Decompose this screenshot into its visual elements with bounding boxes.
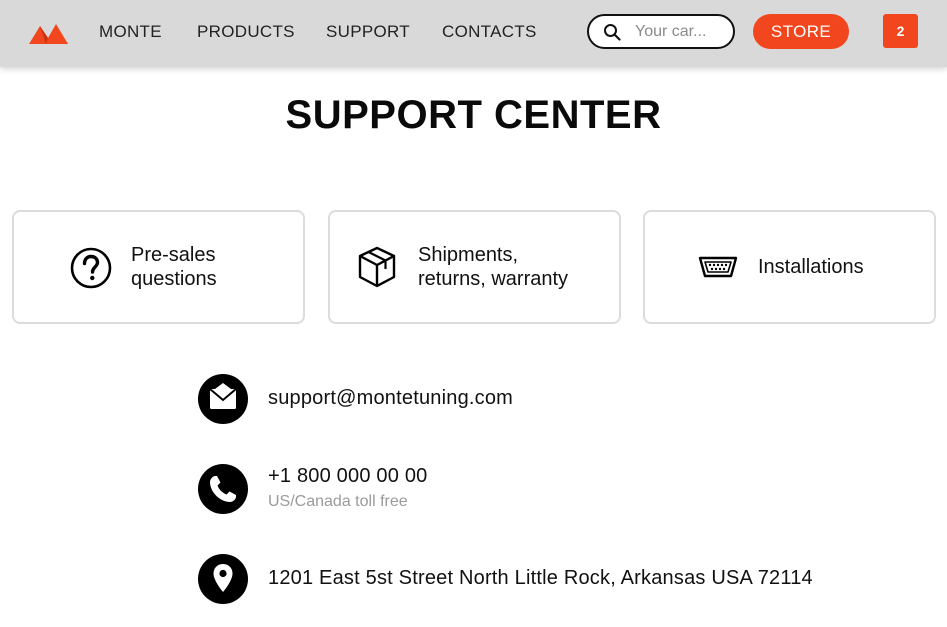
- search-box[interactable]: [587, 14, 735, 49]
- connector-icon: [698, 256, 738, 278]
- card-pre-sales-questions[interactable]: Pre-sales questions: [12, 210, 305, 324]
- page-title: SUPPORT CENTER: [285, 93, 662, 137]
- map-pin-icon: [198, 554, 248, 604]
- card-label-line1: Pre-sales: [131, 244, 216, 266]
- card-label-line2: returns, warranty: [418, 268, 569, 290]
- top-navigation-bar: MONTE PRODUCTS SUPPORT CONTACTS STORE 2: [0, 0, 947, 67]
- question-circle-icon: [70, 247, 112, 289]
- envelope-icon: [198, 374, 248, 424]
- store-button[interactable]: STORE: [753, 14, 849, 49]
- card-label-line2: questions: [131, 268, 217, 290]
- nav-item-contacts[interactable]: CONTACTS: [442, 22, 537, 42]
- nav-item-support[interactable]: SUPPORT: [326, 22, 410, 42]
- phone-note: US/Canada toll free: [268, 493, 408, 510]
- nav-item-products[interactable]: PRODUCTS: [197, 22, 295, 42]
- card-shipments-returns-warranty[interactable]: Shipments, returns, warranty: [328, 210, 621, 324]
- nav-item-monte[interactable]: MONTE: [99, 22, 162, 42]
- search-icon[interactable]: [603, 23, 621, 41]
- support-address: 1201 East 5st Street North Little Rock, …: [268, 567, 813, 589]
- phone-icon: [198, 464, 248, 514]
- box-icon: [358, 246, 396, 288]
- card-label-line1: Shipments,: [418, 244, 519, 266]
- support-email-link[interactable]: support@montetuning.com: [268, 387, 513, 410]
- card-label: Installations: [758, 256, 864, 278]
- cart-count-badge[interactable]: 2: [883, 14, 918, 48]
- monte-logo-icon[interactable]: [29, 20, 69, 46]
- card-installations[interactable]: Installations: [643, 210, 936, 324]
- support-phone-link[interactable]: +1 800 000 00 00: [268, 465, 427, 488]
- search-input[interactable]: [635, 21, 727, 43]
